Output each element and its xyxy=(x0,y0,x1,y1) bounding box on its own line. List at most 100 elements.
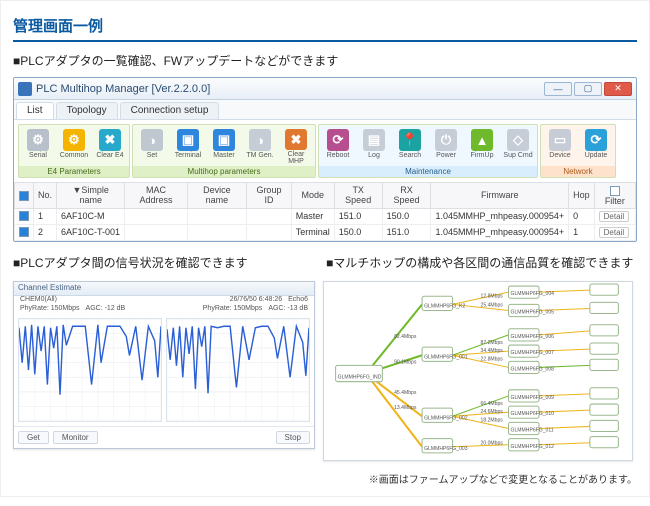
serial-icon: ⚙ xyxy=(27,129,49,151)
table-header[interactable]: TX Speed xyxy=(334,183,382,209)
footnote: ※画面はファームアップなどで変更となることがあります。 xyxy=(13,471,637,486)
detail-button[interactable]: Detail xyxy=(599,227,629,238)
svg-text:GLMMHP6FG_IND: GLMMHP6FG_IND xyxy=(338,374,382,380)
table-header[interactable]: MAC Address xyxy=(125,183,187,209)
table-row[interactable]: 16AF10C-MMaster151.0150.01.045MMHP_mhpea… xyxy=(15,208,636,224)
toolbar: ⚙Serial⚙Common✖Clear E4◑Set▣Terminal▣Mas… xyxy=(14,120,636,182)
log-icon: ▤ xyxy=(363,129,385,151)
tab-connection[interactable]: Connection setup xyxy=(120,102,220,119)
row-checkbox[interactable] xyxy=(19,211,29,221)
window-close-button[interactable]: ✕ xyxy=(604,82,632,96)
power-icon: ⏻ xyxy=(435,129,457,151)
subhead-list: ■PLCアダプタの一覧確認、FWアップデートなどができます xyxy=(13,52,637,69)
table-header[interactable]: Filter xyxy=(594,183,635,209)
signal-ts-left: CHEM0(All) xyxy=(20,296,57,303)
svg-text:GLMMHP6FG_003: GLMMHP6FG_003 xyxy=(424,445,468,451)
svg-text:GLMMHP6FG_001: GLMMHP6FG_001 xyxy=(424,354,468,360)
table-header[interactable]: No. xyxy=(34,183,57,209)
svg-text:12.8Mbps: 12.8Mbps xyxy=(481,293,504,299)
reboot-icon: ⟳ xyxy=(327,129,349,151)
svg-text:22.8Mbps: 22.8Mbps xyxy=(481,356,504,362)
table-header[interactable]: Device name xyxy=(187,183,247,209)
tab-list[interactable]: List xyxy=(16,102,54,119)
table-header[interactable]: Mode xyxy=(291,183,334,209)
table-header[interactable]: Group ID xyxy=(247,183,292,209)
signal-monitor-button[interactable]: Monitor xyxy=(53,431,98,444)
firmup-icon: ▲ xyxy=(471,129,493,151)
signal-window-title: Channel Estimate xyxy=(14,282,314,296)
svg-text:90.1Mbps: 90.1Mbps xyxy=(394,359,417,365)
toolbar-log-button[interactable]: ▤Log xyxy=(357,127,391,165)
set-icon: ◑ xyxy=(141,129,163,151)
signal-extra: Echo6 xyxy=(288,296,308,303)
svg-text:GLMMHP6FG_012: GLMMHP6FG_012 xyxy=(511,443,555,449)
svg-text:GLMMHP6FG_009: GLMMHP6FG_009 xyxy=(511,395,555,401)
table-header[interactable]: Firmware xyxy=(431,183,569,209)
device-icon: ▭ xyxy=(549,129,571,151)
toolbar-clear-e4-button[interactable]: ✖Clear E4 xyxy=(93,127,127,165)
svg-text:GLMMHP6FG_004: GLMMHP6FG_004 xyxy=(511,291,555,297)
signal-right-phyrate: PhyRate: 150Mbps xyxy=(203,305,263,312)
svg-text:GLMMHP6FG_K2: GLMMHP6FG_K2 xyxy=(424,303,465,309)
signal-stop-button[interactable]: Stop xyxy=(276,431,310,444)
signal-chart-right xyxy=(166,318,310,422)
filter-checkbox[interactable] xyxy=(610,186,620,196)
manager-window: PLC Multihop Manager [Ver.2.2.0.0] — ▢ ✕… xyxy=(13,77,637,242)
device-table: No.▼Simple nameMAC AddressDevice nameGro… xyxy=(14,182,636,241)
tab-topology[interactable]: Topology xyxy=(56,102,118,119)
svg-text:GLMMHP6FG_005: GLMMHP6FG_005 xyxy=(511,309,555,315)
signal-window: Channel Estimate CHEM0(All) 26/76/50 6:4… xyxy=(13,281,315,449)
svg-text:66.4Mbps: 66.4Mbps xyxy=(481,401,504,407)
toolbar-sup-cmd-button[interactable]: ◇Sup Cmd xyxy=(501,127,535,165)
toolbar-device-button[interactable]: ▭Device xyxy=(543,127,577,165)
toolbar-terminal-button[interactable]: ▣Terminal xyxy=(171,127,205,165)
signal-chart-left xyxy=(18,318,162,422)
toolbar-group-net: ▭Device⟳Update xyxy=(540,124,616,178)
toolbar-power-button[interactable]: ⏻Power xyxy=(429,127,463,165)
toolbar-update-button[interactable]: ⟳Update xyxy=(579,127,613,165)
svg-text:87.2Mbps: 87.2Mbps xyxy=(481,340,504,346)
signal-ts-right: 26/76/50 6:48:26 xyxy=(230,296,283,303)
update-icon: ⟳ xyxy=(585,129,607,151)
signal-get-button[interactable]: Get xyxy=(18,431,49,444)
table-header[interactable]: RX Speed xyxy=(382,183,431,209)
toolbar-search-button[interactable]: 📍Search xyxy=(393,127,427,165)
toolbar-serial-button[interactable]: ⚙Serial xyxy=(21,127,55,165)
svg-text:45.4Mbps: 45.4Mbps xyxy=(394,390,417,396)
svg-text:18.2Mbps: 18.2Mbps xyxy=(481,417,504,423)
toolbar-clear-mhp-button[interactable]: ✖Clear MHP xyxy=(279,127,313,165)
table-row[interactable]: 26AF10C-T-001Terminal150.0151.01.045MMHP… xyxy=(15,224,636,240)
signal-left-phyrate: PhyRate: 150Mbps xyxy=(20,305,80,312)
checkbox-all[interactable] xyxy=(19,191,29,201)
toolbar-reboot-button[interactable]: ⟳Reboot xyxy=(321,127,355,165)
table-header[interactable]: Hop xyxy=(569,183,595,209)
svg-text:GLMMHP6FG_002: GLMMHP6FG_002 xyxy=(424,415,468,421)
toolbar-firmup-button[interactable]: ▲FirmUp xyxy=(465,127,499,165)
signal-left-agc: AGC: -12 dB xyxy=(86,305,126,312)
svg-text:GLMMHP6FG_011: GLMMHP6FG_011 xyxy=(511,427,554,433)
window-min-button[interactable]: — xyxy=(544,82,572,96)
svg-text:GLMMHP6FG_010: GLMMHP6FG_010 xyxy=(511,411,555,417)
topology-window: 82.4Mbps90.1Mbps45.4Mbps13.4Mbps12.8Mbps… xyxy=(323,281,633,461)
svg-text:GLMMHP6FG_008: GLMMHP6FG_008 xyxy=(511,366,555,372)
svg-text:82.4Mbps: 82.4Mbps xyxy=(394,334,417,340)
clear e4-icon: ✖ xyxy=(99,129,121,151)
svg-text:24.6Mbps: 24.6Mbps xyxy=(481,409,504,415)
terminal-icon: ▣ xyxy=(177,129,199,151)
toolbar-common-button[interactable]: ⚙Common xyxy=(57,127,91,165)
subhead-topology: ■マルチホップの構成や各区間の通信品質を確認できます xyxy=(326,254,636,271)
tm gen.-icon: ◑ xyxy=(249,129,271,151)
clear mhp-icon: ✖ xyxy=(285,129,307,150)
window-max-button[interactable]: ▢ xyxy=(574,82,602,96)
signal-right-agc: AGC: -13 dB xyxy=(268,305,308,312)
master-icon: ▣ xyxy=(213,129,235,151)
table-header[interactable]: ▼Simple name xyxy=(57,183,125,209)
app-icon xyxy=(18,82,32,96)
subhead-signal: ■PLCアダプタ間の信号状況を確認できます xyxy=(13,254,323,271)
page-title: 管理画面一例 xyxy=(13,15,637,42)
toolbar-tm-gen--button[interactable]: ◑TM Gen. xyxy=(243,127,277,165)
detail-button[interactable]: Detail xyxy=(599,211,629,222)
row-checkbox[interactable] xyxy=(19,227,29,237)
toolbar-set-button[interactable]: ◑Set xyxy=(135,127,169,165)
toolbar-master-button[interactable]: ▣Master xyxy=(207,127,241,165)
